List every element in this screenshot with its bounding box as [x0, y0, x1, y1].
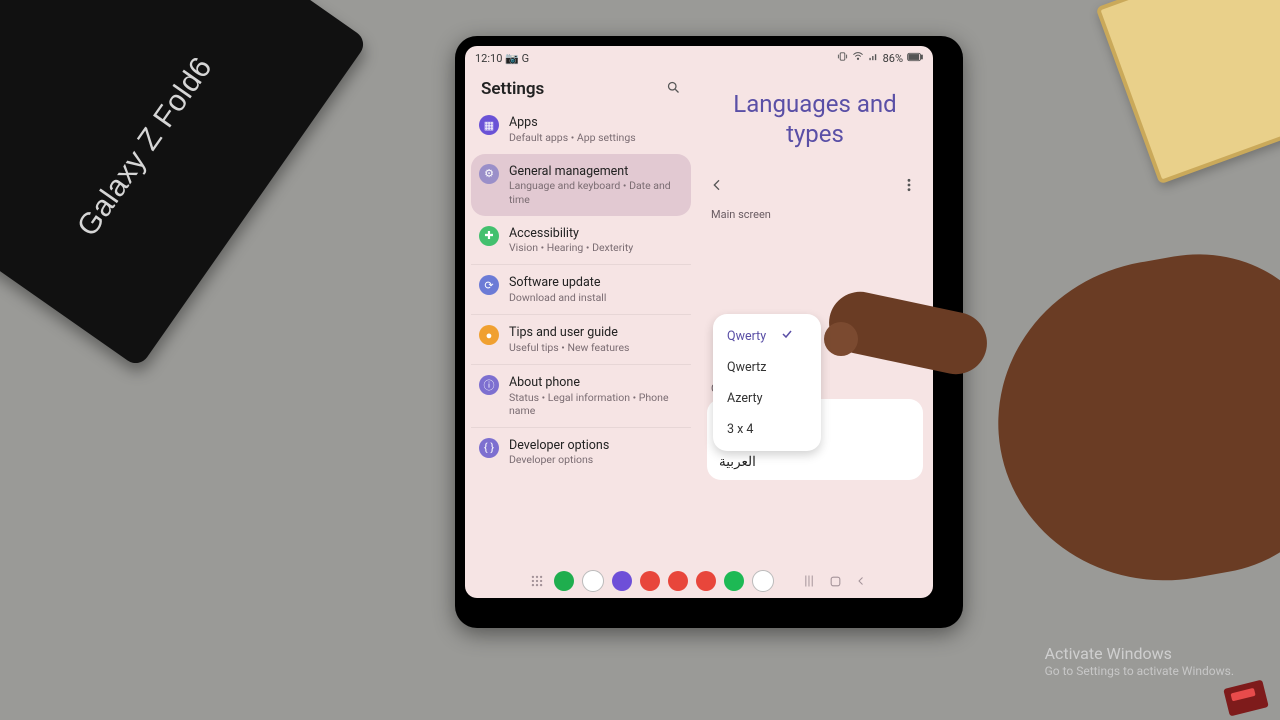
sidebar-item-dev[interactable]: { } Developer optionsDeveloper options — [471, 427, 691, 477]
wifi-icon — [852, 51, 864, 65]
main-screen-section-label: Main screen — [697, 202, 933, 225]
detail-title: Languages and types — [697, 67, 933, 177]
dock-app-photos[interactable] — [752, 570, 774, 592]
dock-app-messages[interactable] — [582, 570, 604, 592]
back-icon[interactable] — [709, 177, 725, 196]
nav-home-icon[interactable] — [826, 573, 844, 589]
sidebar-item-title: General management — [509, 164, 683, 180]
layout-option-qwertz[interactable]: Qwertz — [713, 352, 821, 383]
device-screen: 12:10 📷 G 86% — [465, 46, 933, 598]
check-icon — [781, 328, 793, 344]
dock-app-6[interactable] — [668, 571, 688, 591]
layout-option-qwerty[interactable]: Qwerty — [713, 320, 821, 352]
watermark-sub: Go to Settings to activate Windows. — [1045, 664, 1234, 680]
sidebar-item-apps[interactable]: ▦ AppsDefault apps • App settings — [471, 105, 691, 154]
search-icon[interactable] — [666, 80, 681, 98]
tips-icon: ● — [479, 325, 499, 345]
status-time: 12:10 — [475, 52, 502, 65]
nav-back-icon[interactable] — [852, 573, 870, 589]
background-box — [0, 0, 369, 369]
software-icon: ⟳ — [479, 275, 499, 295]
sidebar-item-software[interactable]: ⟳ Software updateDownload and install — [471, 264, 691, 314]
taskbar: ||| — [465, 566, 933, 596]
dock-app-spotify[interactable] — [724, 571, 744, 591]
sidebar-item-title: Developer options — [509, 438, 609, 454]
vibrate-icon — [837, 51, 848, 65]
sidebar-item-sub: Default apps • App settings — [509, 131, 636, 144]
dock-app-phone[interactable] — [554, 571, 574, 591]
dock-app-5[interactable] — [640, 571, 660, 591]
layout-option-azerty[interactable]: Azerty — [713, 383, 821, 414]
layout-option-3-x-4[interactable]: 3 x 4 — [713, 414, 821, 445]
dev-icon: { } — [479, 438, 499, 458]
sidebar-item-general[interactable]: ⚙ General managementLanguage and keyboard… — [471, 154, 691, 216]
sidebar-item-tips[interactable]: ● Tips and user guideUseful tips • New fe… — [471, 314, 691, 364]
status-battery-text: 86% — [883, 52, 903, 65]
status-bar: 12:10 📷 G 86% — [465, 46, 933, 67]
dock-app-browser[interactable] — [612, 571, 632, 591]
sidebar-item-sub: Vision • Hearing • Dexterity — [509, 241, 633, 254]
status-left-icons: 📷 G — [505, 52, 529, 65]
general-icon: ⚙ — [479, 164, 499, 184]
battery-icon — [907, 52, 923, 65]
windows-watermark: Activate Windows Go to Settings to activ… — [1045, 644, 1234, 680]
dock-app-youtube[interactable] — [696, 571, 716, 591]
sidebar-item-sub: Useful tips • New features — [509, 341, 629, 354]
background-wood-prop — [1096, 0, 1280, 184]
sidebar-item-title: Tips and user guide — [509, 325, 629, 341]
accessibility-icon: ✚ — [479, 226, 499, 246]
sidebar-item-sub: Developer options — [509, 453, 609, 466]
signal-icon — [868, 51, 879, 65]
about-icon: ⓘ — [479, 375, 499, 395]
sidebar-item-title: Apps — [509, 115, 636, 131]
keyboard-layout-dropdown[interactable]: QwertyQwertzAzerty3 x 4 — [713, 314, 821, 451]
sidebar-item-sub: Status • Legal information • Phone name — [509, 391, 683, 417]
device-frame: 12:10 📷 G 86% — [455, 36, 963, 628]
settings-sidebar: Settings ▦ AppsDefault apps • App setting… — [465, 67, 697, 583]
cover-language-name: العربية — [719, 454, 911, 470]
sidebar-item-title: Accessibility — [509, 226, 633, 242]
more-icon[interactable] — [901, 177, 917, 196]
settings-title: Settings — [481, 79, 544, 99]
sidebar-item-title: Software update — [509, 275, 606, 291]
corner-badge — [1223, 680, 1269, 717]
apps-icon: ▦ — [479, 115, 499, 135]
nav-recents-icon[interactable]: ||| — [800, 573, 818, 589]
sidebar-item-accessibility[interactable]: ✚ AccessibilityVision • Hearing • Dexteri… — [471, 216, 691, 265]
sidebar-item-sub: Language and keyboard • Date and time — [509, 179, 683, 205]
sidebar-item-sub: Download and install — [509, 291, 606, 304]
sidebar-item-about[interactable]: ⓘ About phoneStatus • Legal information •… — [471, 364, 691, 427]
sidebar-item-title: About phone — [509, 375, 683, 391]
watermark-title: Activate Windows — [1045, 644, 1234, 665]
app-drawer-icon[interactable] — [528, 573, 546, 589]
